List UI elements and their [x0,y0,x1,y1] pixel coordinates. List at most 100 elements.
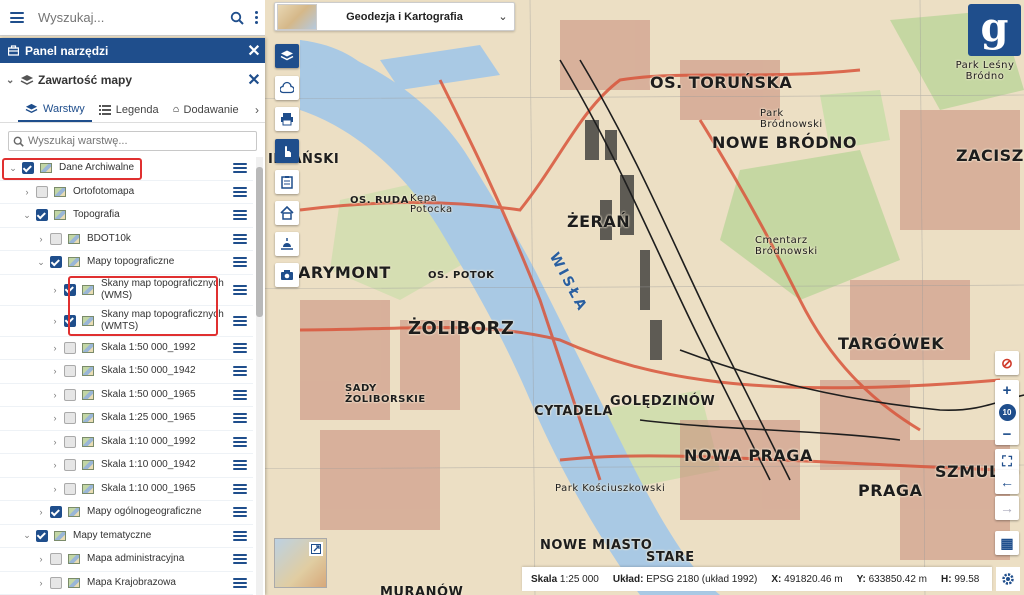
layer-checkbox[interactable] [50,232,62,245]
layer-menu-icon[interactable] [233,554,247,565]
layer-row[interactable]: › Skala 1:10 000_1992 [0,431,253,454]
search-options-button[interactable] [247,0,265,36]
tab-layers[interactable]: Warstwy [18,97,92,122]
chevron-right-icon[interactable]: › [36,554,46,564]
layer-menu-icon[interactable] [233,284,247,295]
layer-row[interactable]: › Mapa Krajobrazowa [0,572,253,595]
settings-button[interactable] [996,567,1020,591]
clipboard-button[interactable] [275,170,299,194]
layer-checkbox[interactable] [36,529,48,542]
layer-menu-icon[interactable] [233,210,247,221]
screenshot-button[interactable] [275,263,299,287]
previous-extent-button[interactable]: ← [995,470,1019,494]
layer-checkbox[interactable] [50,256,62,269]
layer-row[interactable]: ⌄ Dane Archiwalne [0,157,253,181]
layer-menu-icon[interactable] [233,389,247,400]
layer-checkbox[interactable] [50,576,62,589]
layer-menu-icon[interactable] [233,507,247,518]
layer-checkbox[interactable] [64,482,76,495]
chevron-right-icon[interactable]: › [36,578,46,588]
layer-row[interactable]: › Skala 1:10 000_1965 [0,478,253,501]
chevron-down-icon[interactable]: ⌄ [36,257,46,268]
chevron-right-icon[interactable]: › [50,437,60,447]
chevron-right-icon[interactable]: › [50,413,60,423]
layers-tool-button[interactable] [275,44,299,68]
layer-menu-icon[interactable] [233,315,247,326]
layer-row[interactable]: › BDOT10k [0,228,253,251]
sunset-tool-button[interactable] [275,232,299,256]
layer-row[interactable]: › Mapa administracyjna [0,548,253,572]
layer-menu-icon[interactable] [233,163,247,174]
close-content-button[interactable]: ✕ [243,68,265,92]
layer-menu-icon[interactable] [233,233,247,244]
layer-menu-icon[interactable] [233,342,247,353]
crs-readout[interactable]: Układ: EPSG 2180 (układ 1992) [613,574,758,585]
layer-checkbox[interactable] [64,435,76,448]
chevron-right-icon[interactable]: › [36,507,46,517]
layer-row[interactable]: ⌄ Mapy topograficzne [0,251,253,275]
layer-menu-icon[interactable] [233,460,247,471]
layer-menu-icon[interactable] [233,186,247,197]
basemap-gallery-button[interactable]: ▦ [995,531,1019,555]
layer-checkbox[interactable] [50,553,62,566]
chevron-down-icon[interactable]: ⌄ [22,210,32,221]
layer-checkbox[interactable] [64,459,76,472]
tab-add-data[interactable]: Dodawanie [166,97,246,122]
layer-row[interactable]: › Skala 1:10 000_1942 [0,454,253,478]
main-menu-button[interactable] [0,0,34,36]
layer-checkbox[interactable] [64,412,76,425]
chevron-down-icon[interactable]: ⌄ [8,163,18,174]
print-button[interactable] [275,107,299,131]
geoportal-logo[interactable]: g [968,4,1021,56]
chevron-right-icon[interactable]: › [22,187,32,197]
close-panel-button[interactable]: ✕ [243,39,265,63]
chevron-right-icon[interactable]: › [50,316,60,326]
layer-row[interactable]: › Skany map topograficznych (WMTS) [0,306,253,337]
layer-checkbox[interactable] [64,341,76,354]
layer-row[interactable]: › Skala 1:50 000_1942 [0,360,253,384]
expand-overview-button[interactable] [309,542,323,556]
cloud-data-button[interactable] [275,76,299,100]
chevron-right-icon[interactable]: › [50,484,60,494]
scrollbar-thumb[interactable] [256,167,263,317]
search-button[interactable] [227,0,247,36]
layer-row[interactable]: › Skala 1:50 000_1992 [0,337,253,360]
layer-menu-icon[interactable] [233,436,247,447]
location-off-button[interactable]: ⊘ [995,351,1019,375]
chevron-right-icon[interactable]: › [50,390,60,400]
layer-checkbox[interactable] [64,365,76,378]
layer-row[interactable]: ⌄ Topografia [0,204,253,228]
next-extent-button[interactable]: → [995,496,1019,520]
home-extent-button[interactable] [275,201,299,225]
chevron-right-icon[interactable]: › [50,343,60,353]
layer-menu-icon[interactable] [233,577,247,588]
layer-checkbox[interactable] [50,506,62,519]
tab-legend[interactable]: Legenda [92,97,166,122]
layer-row[interactable]: › Skany map topograficznych (WMS) [0,275,253,306]
layer-row[interactable]: ⌄ Mapy tematyczne [0,525,253,548]
layer-menu-icon[interactable] [233,530,247,541]
layer-row[interactable]: › Skala 1:50 000_1965 [0,384,253,407]
zoom-out-button[interactable]: − [1003,427,1012,442]
chevron-right-icon[interactable]: › [50,285,60,295]
zoom-in-button[interactable]: + [1003,383,1012,398]
overview-map[interactable] [274,538,327,588]
chevron-right-icon[interactable]: › [36,234,46,244]
layer-menu-icon[interactable] [233,413,247,424]
identify-tool-button[interactable] [275,139,299,163]
layer-checkbox[interactable] [64,388,76,401]
layer-checkbox[interactable] [36,209,48,222]
scale-readout[interactable]: Skala 1:25 000 [531,574,599,585]
layer-row[interactable]: › Skala 1:25 000_1965 [0,407,253,431]
chevron-down-icon[interactable]: ⌄ [22,530,32,541]
chevron-right-icon[interactable]: › [50,366,60,376]
layer-menu-icon[interactable] [233,257,247,268]
tabs-scroll-right-button[interactable]: › [249,97,265,122]
basemap-select[interactable]: Geodezja i Kartografia ⌄ [274,2,515,31]
layer-search-input[interactable] [28,135,256,147]
layer-row[interactable]: › Ortofotomapa [0,181,253,204]
search-input[interactable] [34,2,227,33]
layer-checkbox[interactable] [22,162,34,175]
layer-tree-scrollbar[interactable] [256,157,263,595]
layer-checkbox[interactable] [64,314,76,327]
